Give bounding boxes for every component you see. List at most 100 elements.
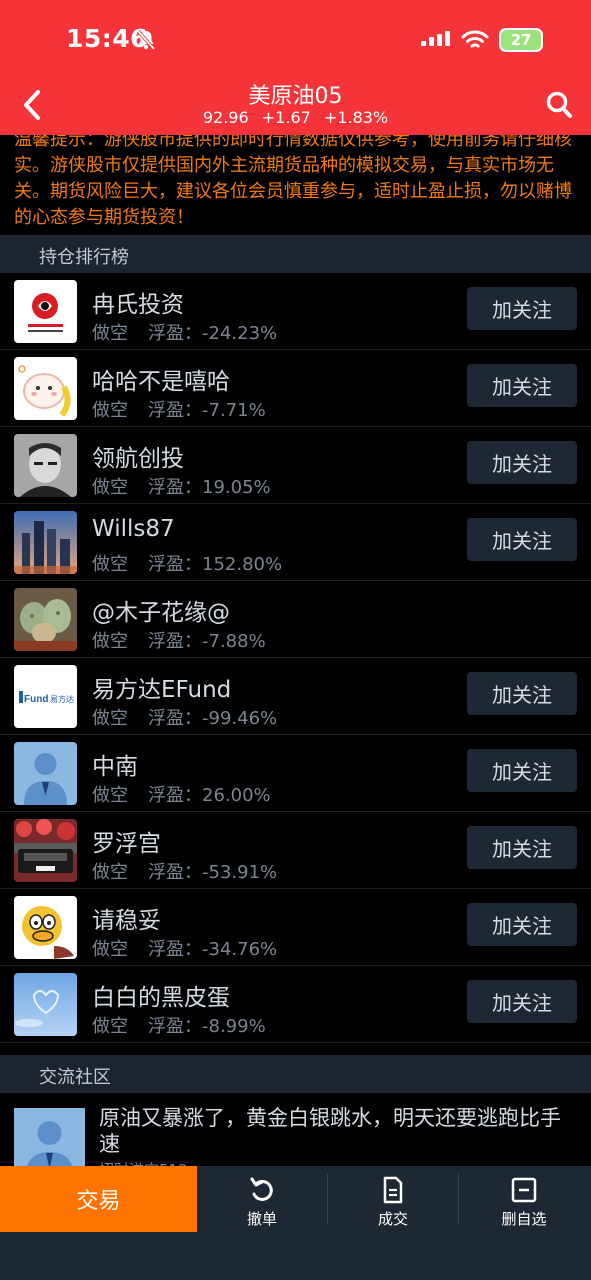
avatar[interactable] [14, 742, 77, 805]
follow-button[interactable]: 加关注 [467, 749, 577, 792]
list-item[interactable]: @木子花缘@ 做空 浮盈：-7.88% [0, 581, 591, 658]
profit-value: -99.46% [202, 708, 278, 729]
community-post[interactable]: 原油又暴涨了，黄金白银跳水，明天还要逃跑比手速 招财进宝512 [0, 1093, 591, 1179]
profit-label: 浮盈： [148, 477, 202, 498]
community-title: 交流社区 [39, 1067, 111, 1088]
profit-label: 浮盈： [148, 939, 202, 960]
trader-meta: 做空 浮盈：-24.23% [92, 319, 277, 345]
bottom-toolbar: 交易 撤单 成交 删自选 [0, 1166, 591, 1280]
list-item[interactable]: 哈哈不是嘻哈 做空 浮盈：-7.71% 加关注 [0, 350, 591, 427]
trader-name: 易方达EFund [92, 677, 232, 703]
direction: 做空 [92, 708, 128, 729]
direction: 做空 [92, 631, 128, 652]
status-indicators: 27 [421, 28, 543, 52]
trader-name: 罗浮宫 [92, 831, 161, 857]
trader-meta: 做空 浮盈：-7.88% [92, 627, 266, 653]
follow-button[interactable]: 加关注 [467, 980, 577, 1023]
direction: 做空 [92, 400, 128, 421]
follow-button[interactable]: 加关注 [467, 903, 577, 946]
deals-button[interactable]: 成交 [328, 1166, 458, 1232]
profit-value: -8.99% [202, 1016, 266, 1037]
profit-value: -7.88% [202, 631, 266, 652]
direction: 做空 [92, 862, 128, 883]
avatar[interactable] [14, 280, 77, 343]
wifi-icon [461, 30, 489, 48]
trader-name: 冉氏投资 [92, 292, 184, 318]
profit-value: 26.00% [202, 785, 271, 806]
trader-meta: 做空 浮盈：26.00% [92, 781, 271, 807]
notice-text: 温馨提示：游侠股市提供的即时行情数据仅供参考，使用前务请仔细核实。游侠股市仅提供… [14, 135, 572, 228]
list-item[interactable]: 中南 做空 浮盈：26.00% 加关注 [0, 735, 591, 812]
follow-button[interactable]: 加关注 [467, 518, 577, 561]
ranking-list: 冉氏投资 做空 浮盈：-24.23% 加关注 哈哈不是嘻哈 做空 浮盈：-7.71%… [0, 273, 591, 1043]
avatar[interactable] [14, 434, 77, 497]
trader-name: 领航创投 [92, 446, 184, 472]
avatar[interactable]: Fund 易方达 [14, 665, 77, 728]
page-title: 美原油05 [248, 84, 343, 109]
list-item[interactable]: 白白的黑皮蛋 做空 浮盈：-8.99% 加关注 [0, 966, 591, 1043]
risk-notice: 温馨提示：游侠股市提供的即时行情数据仅供参考，使用前务请仔细核实。游侠股市仅提供… [0, 135, 591, 235]
follow-button[interactable]: 加关注 [467, 287, 577, 330]
profit-label: 浮盈： [148, 631, 202, 652]
bell-muted-icon [136, 29, 156, 51]
price-change: +1.67 [261, 108, 311, 127]
last-price: 92.96 [202, 108, 249, 127]
profit-value: 152.80% [202, 554, 283, 575]
direction: 做空 [92, 477, 128, 498]
avatar[interactable] [14, 973, 77, 1036]
trader-name: 哈哈不是嘻哈 [92, 369, 230, 395]
direction: 做空 [92, 554, 128, 575]
profit-value: -24.23% [202, 323, 278, 344]
cancel-order-button[interactable]: 撤单 [197, 1166, 327, 1232]
trader-meta: 做空 浮盈：19.05% [92, 473, 271, 499]
list-item[interactable]: 领航创投 做空 浮盈：19.05% 加关注 [0, 427, 591, 504]
search-icon[interactable] [545, 90, 573, 120]
price-change-pct: +1.83% [323, 108, 389, 127]
quote-line: 92.96 +1.67 +1.83% [0, 108, 591, 127]
undo-icon [250, 1177, 273, 1201]
community-header: 交流社区 [0, 1055, 591, 1093]
avatar[interactable] [14, 357, 77, 420]
cancel-order-label: 撤单 [246, 1210, 277, 1228]
trader-meta: 做空 浮盈：-34.76% [92, 935, 277, 961]
list-item[interactable]: 罗浮宫 做空 浮盈：-53.91% 加关注 [0, 812, 591, 889]
trader-meta: 做空 浮盈：-7.71% [92, 396, 266, 422]
ranking-title: 持仓排行榜 [39, 247, 129, 268]
direction: 做空 [92, 323, 128, 344]
trader-name: Wills87 [92, 516, 175, 542]
follow-button[interactable]: 加关注 [467, 826, 577, 869]
follow-button[interactable]: 加关注 [467, 441, 577, 484]
trader-name: 请稳妥 [92, 908, 161, 934]
deals-label: 成交 [377, 1210, 408, 1228]
list-item[interactable]: Wills87 做空 浮盈：152.80% 加关注 [0, 504, 591, 581]
profit-label: 浮盈： [148, 708, 202, 729]
profit-value: -53.91% [202, 862, 278, 883]
trade-button[interactable]: 交易 [0, 1166, 197, 1232]
avatar[interactable] [14, 819, 77, 882]
ranking-header: 持仓排行榜 [0, 235, 591, 273]
remove-watchlist-button[interactable]: 删自选 [459, 1166, 589, 1232]
profit-label: 浮盈： [148, 554, 202, 575]
trader-name: @木子花缘@ [92, 600, 230, 626]
profit-value: -7.71% [202, 400, 266, 421]
avatar[interactable] [14, 896, 77, 959]
follow-button[interactable]: 加关注 [467, 672, 577, 715]
follow-button[interactable]: 加关注 [467, 364, 577, 407]
trader-meta: 做空 浮盈：-8.99% [92, 1012, 266, 1038]
svg-text:易方达: 易方达 [50, 694, 74, 704]
trader-meta: 做空 浮盈：-99.46% [92, 704, 277, 730]
profit-value: -34.76% [202, 939, 278, 960]
avatar[interactable] [14, 588, 77, 651]
list-item[interactable]: 请稳妥 做空 浮盈：-34.76% 加关注 [0, 889, 591, 966]
top-bar: 15:46 27 美原油05 92.96 +1.67 +1.83% [0, 0, 591, 135]
list-item[interactable]: Fund 易方达 易方达EFund 做空 浮盈：-99.46% 加关注 [0, 658, 591, 735]
list-item[interactable]: 冉氏投资 做空 浮盈：-24.23% 加关注 [0, 273, 591, 350]
avatar[interactable] [14, 511, 77, 574]
profit-label: 浮盈： [148, 323, 202, 344]
post-text: 原油又暴涨了，黄金白银跳水，明天还要逃跑比手速 [99, 1106, 561, 1156]
svg-text:Fund: Fund [24, 694, 48, 705]
profit-label: 浮盈： [148, 400, 202, 421]
minus-square-icon [511, 1177, 537, 1203]
battery-icon: 27 [499, 28, 543, 52]
trader-name: 中南 [92, 754, 138, 780]
